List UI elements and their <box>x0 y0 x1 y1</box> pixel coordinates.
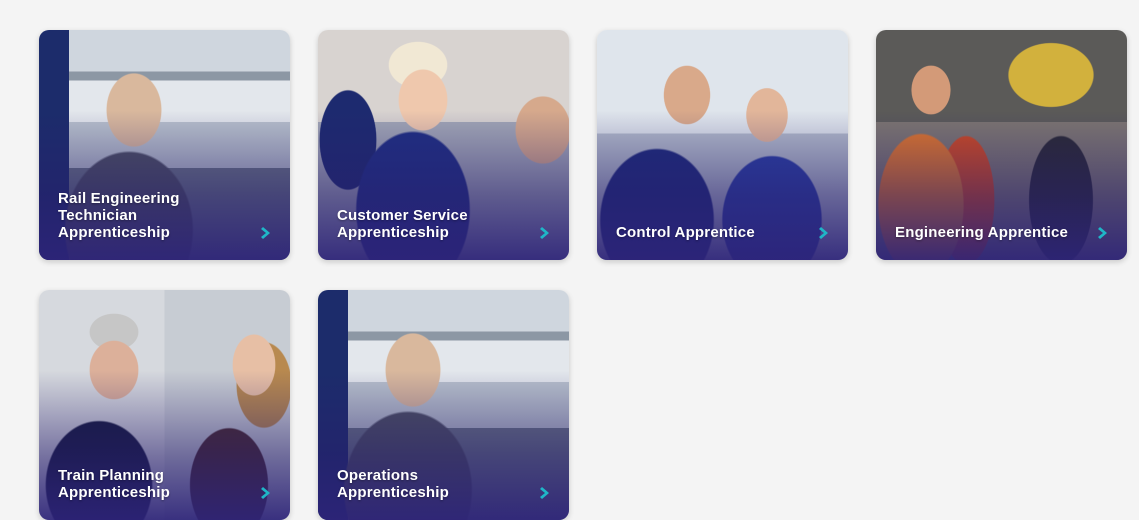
card-title: Train Planning Apprenticeship <box>58 467 170 501</box>
card-title: Rail Engineering Technician Apprenticesh… <box>58 190 180 241</box>
card-rail-engineering-technician[interactable]: Rail Engineering Technician Apprenticesh… <box>39 30 290 260</box>
chevron-right-icon <box>540 487 549 499</box>
card-title: Engineering Apprentice <box>895 224 1069 241</box>
card-train-planning[interactable]: Train Planning Apprenticeship <box>39 290 290 520</box>
chevron-right-icon <box>819 227 828 239</box>
card-operations[interactable]: Operations Apprenticeship <box>318 290 569 520</box>
apprenticeship-card-grid: Rail Engineering Technician Apprenticesh… <box>39 30 1127 520</box>
card-title: Control Apprentice <box>616 224 755 241</box>
card-engineering-apprentice[interactable]: Engineering Apprentice <box>876 30 1127 260</box>
card-title: Customer Service Apprenticeship <box>337 207 468 241</box>
card-customer-service[interactable]: Customer Service Apprenticeship <box>318 30 569 260</box>
card-control-apprentice[interactable]: Control Apprentice <box>597 30 848 260</box>
card-title: Operations Apprenticeship <box>337 467 449 501</box>
chevron-right-icon <box>261 227 270 239</box>
chevron-right-icon <box>540 227 549 239</box>
chevron-right-icon <box>261 487 270 499</box>
chevron-right-icon <box>1098 227 1107 239</box>
